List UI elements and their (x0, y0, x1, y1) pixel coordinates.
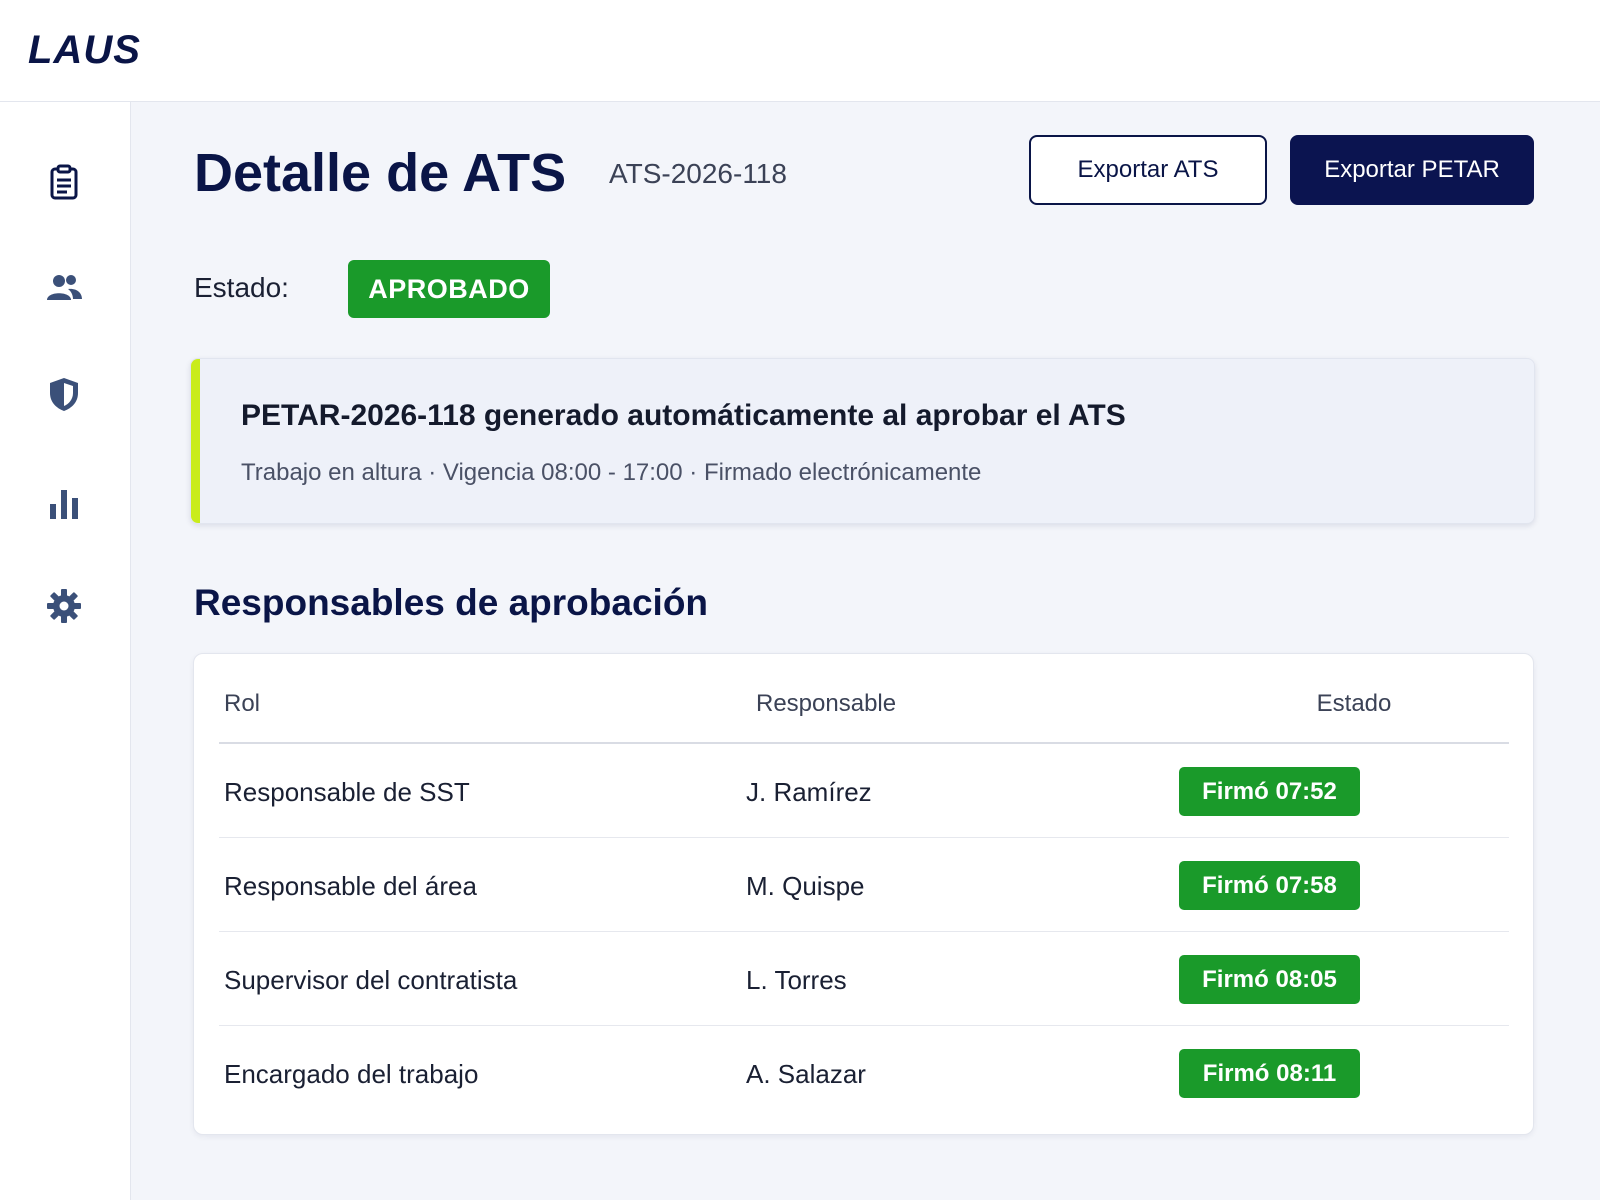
notice-subtitle: Trabajo en altura · Vigencia 08:00 - 17:… (241, 459, 982, 486)
export-ats-button[interactable]: Exportar ATS (1029, 135, 1267, 205)
petar-notice: PETAR-2026-118 generado automáticamente … (190, 358, 1535, 524)
users-icon (47, 275, 82, 300)
cell-responsable: J. Ramírez (746, 777, 872, 807)
sidebar-item-security[interactable] (40, 370, 88, 418)
cell-rol: Supervisor del contratista (224, 965, 518, 995)
clipboard-icon (50, 164, 78, 200)
signature-badge: Firmó 07:58 (1179, 861, 1360, 910)
status-label: Estado: (194, 272, 289, 303)
status-badge: APROBADO (348, 260, 550, 318)
cell-rol: Encargado del trabajo (224, 1059, 479, 1089)
signature-badge: Firmó 08:11 (1179, 1049, 1360, 1098)
top-bar: LAUS (0, 0, 1600, 102)
sidebar (0, 102, 131, 1200)
sidebar-item-reports[interactable] (40, 480, 88, 528)
table-row: Responsable del área M. Quispe Firmó 07:… (219, 838, 1509, 932)
column-header-rol: Rol (224, 690, 261, 717)
sidebar-item-users[interactable] (40, 264, 88, 312)
bar-chart-icon (50, 490, 78, 519)
column-header-estado: Estado (1316, 690, 1392, 717)
table-row: Responsable de SST J. Ramírez Firmó 07:5… (219, 744, 1509, 838)
ats-code: ATS-2026-118 (609, 158, 787, 189)
table-row: Encargado del trabajo A. Salazar Firmó 0… (219, 1026, 1509, 1120)
main-content: Detalle de ATS ATS-2026-118 Exportar ATS… (131, 102, 1600, 1200)
export-petar-button[interactable]: Exportar PETAR (1290, 135, 1534, 205)
signature-badge: Firmó 07:52 (1179, 767, 1360, 816)
cell-rol: Responsable del área (224, 871, 477, 901)
cell-responsable: A. Salazar (746, 1059, 866, 1089)
app-logo[interactable]: LAUS (28, 28, 141, 73)
cell-rol: Responsable de SST (224, 777, 470, 807)
table-row: Supervisor del contratista L. Torres Fir… (219, 932, 1509, 1026)
cell-responsable: L. Torres (746, 965, 847, 995)
approvals-table: Rol Responsable Estado Responsable de SS… (193, 653, 1534, 1135)
shield-icon (50, 378, 78, 411)
page-title: Detalle de ATS (194, 143, 567, 203)
sidebar-item-clipboard[interactable] (40, 158, 88, 206)
section-title: Responsables de aprobación (194, 582, 709, 623)
notice-title: PETAR-2026-118 generado automáticamente … (241, 399, 1126, 432)
column-header-responsable: Responsable (756, 690, 897, 717)
sidebar-item-settings[interactable] (40, 582, 88, 630)
signature-badge: Firmó 08:05 (1179, 955, 1360, 1004)
notice-accent-bar (191, 359, 200, 523)
cell-responsable: M. Quispe (746, 871, 865, 901)
gear-icon (47, 589, 81, 623)
